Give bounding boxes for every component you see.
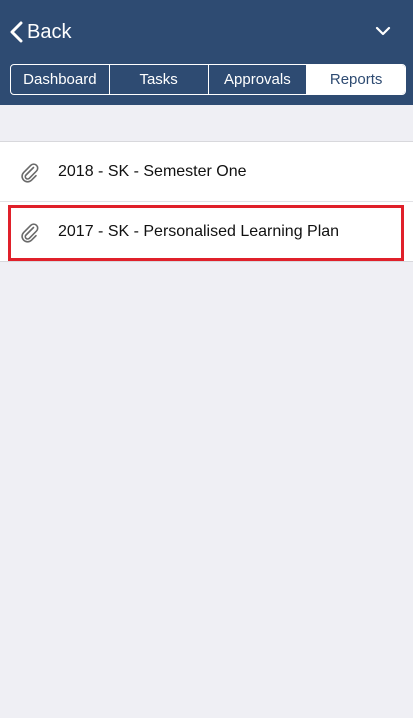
chevron-left-icon — [10, 21, 23, 43]
segmented-tabs: Dashboard Tasks Approvals Reports — [10, 64, 406, 95]
back-label: Back — [27, 20, 72, 43]
paperclip-icon — [21, 222, 39, 243]
back-button[interactable]: Back — [10, 17, 71, 47]
list-item-label: 2018 - SK - Semester One — [58, 162, 247, 180]
nav-header: Back Dashboard Tasks Approvals Reports — [0, 0, 413, 105]
reports-list: 2018 - SK - Semester One 2017 - SK - Per… — [0, 141, 413, 262]
tab-tasks[interactable]: Tasks — [108, 65, 208, 94]
list-item-report-2017[interactable]: 2017 - SK - Personalised Learning Plan — [0, 201, 413, 261]
tab-reports[interactable]: Reports — [306, 65, 405, 94]
list-item-label: 2017 - SK - Personalised Learning Plan — [58, 222, 340, 240]
list-item-report-2018[interactable]: 2018 - SK - Semester One — [0, 142, 413, 201]
tab-dashboard[interactable]: Dashboard — [11, 65, 109, 94]
chevron-down-icon[interactable] — [375, 25, 391, 37]
tab-approvals[interactable]: Approvals — [207, 65, 307, 94]
paperclip-icon — [21, 162, 39, 183]
